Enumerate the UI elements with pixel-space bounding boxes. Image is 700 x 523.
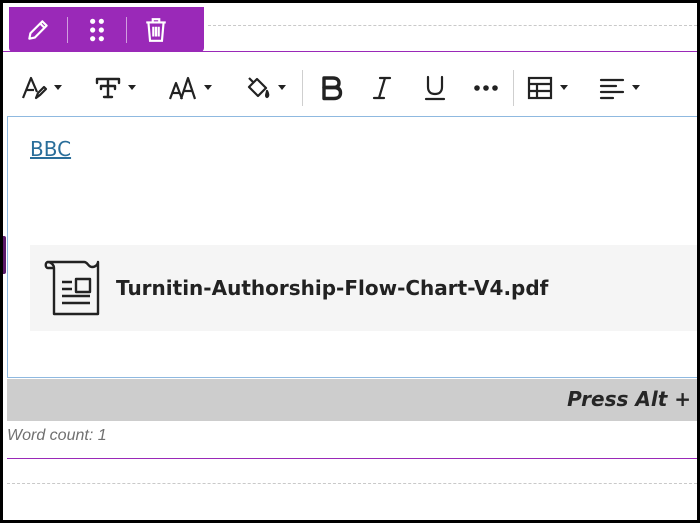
edit-button[interactable] xyxy=(9,7,67,52)
chevron-down-icon xyxy=(632,85,640,90)
word-count: Word count: 1 xyxy=(7,427,107,444)
trash-icon xyxy=(146,17,166,42)
resize-handle[interactable] xyxy=(3,236,6,274)
font-size-button[interactable] xyxy=(168,68,212,108)
format-toolbar xyxy=(3,59,697,117)
editor-content-area[interactable]: BBC Turnitin-Authorship-Flow-Chart-V4.pd… xyxy=(7,116,697,378)
highlight-button[interactable] xyxy=(244,68,286,108)
italic-icon xyxy=(372,76,392,100)
keyboard-hint-bar: Press Alt + xyxy=(7,379,697,421)
underline-button[interactable] xyxy=(423,68,447,108)
divider xyxy=(3,51,697,52)
table-icon xyxy=(527,76,553,100)
chevron-down-icon xyxy=(128,85,136,90)
font-size-icon xyxy=(168,76,197,100)
table-button[interactable] xyxy=(526,68,568,108)
font-button[interactable] xyxy=(94,68,136,108)
keyboard-hint-text: Press Alt + xyxy=(567,387,691,411)
align-button[interactable] xyxy=(598,68,640,108)
bold-button[interactable] xyxy=(319,68,345,108)
align-left-icon xyxy=(599,78,625,100)
more-icon xyxy=(474,85,498,91)
divider xyxy=(208,25,697,26)
bold-icon xyxy=(322,76,343,101)
drag-handle-icon xyxy=(90,18,104,41)
more-options-button[interactable] xyxy=(473,68,499,108)
chevron-down-icon xyxy=(278,85,286,90)
drag-handle-button[interactable] xyxy=(68,7,126,52)
block-toolbar xyxy=(9,7,204,52)
chevron-down-icon xyxy=(54,85,62,90)
text-style-icon xyxy=(21,76,48,100)
divider xyxy=(7,458,697,459)
file-name: Turnitin-Authorship-Flow-Chart-V4.pdf xyxy=(116,276,549,300)
bbc-link[interactable]: BBC xyxy=(30,137,71,161)
divider xyxy=(7,483,697,484)
pencil-icon xyxy=(28,19,48,40)
italic-button[interactable] xyxy=(371,68,393,108)
underline-icon xyxy=(424,75,446,101)
delete-button[interactable] xyxy=(127,7,185,52)
chevron-down-icon xyxy=(560,85,568,90)
text-style-button[interactable] xyxy=(20,68,62,108)
paint-bucket-icon xyxy=(247,77,270,99)
editor-frame: BBC Turnitin-Authorship-Flow-Chart-V4.pd… xyxy=(0,0,700,523)
toolbar-divider xyxy=(302,70,303,106)
document-icon xyxy=(44,260,100,316)
toolbar-divider xyxy=(513,70,514,106)
chevron-down-icon xyxy=(204,85,212,90)
font-icon xyxy=(95,77,121,99)
file-attachment[interactable]: Turnitin-Authorship-Flow-Chart-V4.pdf xyxy=(30,245,697,331)
